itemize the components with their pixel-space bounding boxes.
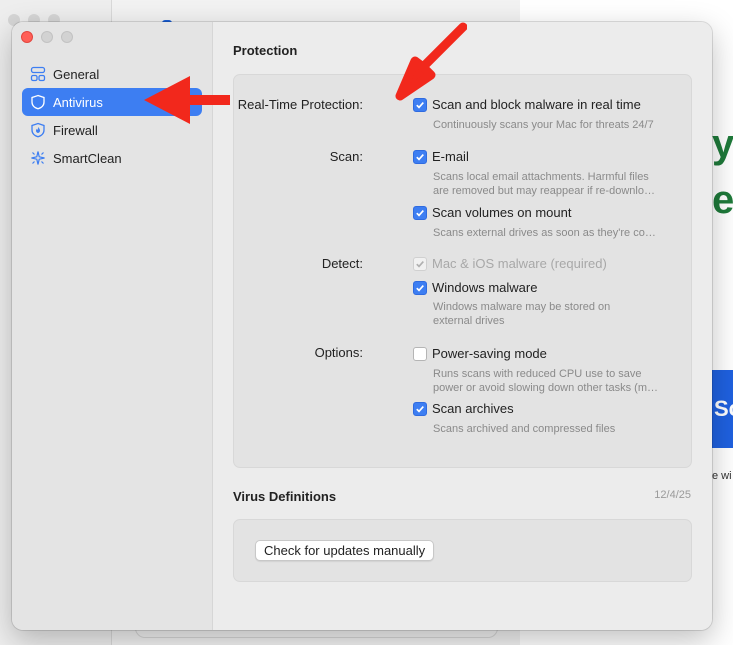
detect-label: Detect: <box>321 256 363 271</box>
sidebar-item-label: Firewall <box>53 122 98 138</box>
virus-definitions-title: Virus Definitions <box>233 489 337 504</box>
power-saving-checkbox[interactable] <box>413 346 427 361</box>
realtime-label: Real-Time Protection: <box>237 97 363 112</box>
archives-checkbox-row[interactable]: Scan archives <box>413 401 514 416</box>
sidebar-item-smartclean[interactable]: SmartClean <box>22 144 202 172</box>
sparkle-icon <box>30 150 46 166</box>
windows-malware-checkbox[interactable] <box>413 280 427 295</box>
definitions-date: 12/4/25 <box>654 489 691 501</box>
minimize-button[interactable] <box>41 31 53 43</box>
email-description-2: are removed but may reappear if re-downl… <box>433 185 655 197</box>
settings-window: General Antivirus Firewall SmartClean Pr… <box>12 22 712 630</box>
annotation-arrow-left-icon <box>144 76 230 124</box>
archives-checkbox[interactable] <box>413 401 427 416</box>
volumes-option-label: Scan volumes on mount <box>432 205 572 220</box>
volumes-checkbox-row[interactable]: Scan volumes on mount <box>413 205 571 220</box>
power-saving-checkbox-row[interactable]: Power-saving mode <box>413 346 547 361</box>
sidebar-item-label: General <box>53 66 100 82</box>
options-label: Options: <box>314 345 363 360</box>
mac-malware-checkbox-row: Mac & iOS malware (required) <box>413 256 607 271</box>
email-checkbox-row[interactable]: E-mail <box>413 149 469 164</box>
background-heading-fragment-2: e <box>712 178 733 222</box>
volumes-description: Scans external drives as soon as they're… <box>433 227 656 239</box>
archives-description: Scans archived and compressed files <box>433 423 616 435</box>
close-button[interactable] <box>21 31 33 43</box>
power-saving-description-2: power or avoid slowing down other tasks … <box>433 382 658 394</box>
windows-malware-description-2: external drives <box>433 315 505 327</box>
protection-title: Protection <box>233 43 298 58</box>
shield-icon <box>30 94 46 110</box>
firewall-icon <box>30 122 46 138</box>
settings-main: Protection Real-Time Protection: Scan an… <box>214 22 712 630</box>
archives-option-label: Scan archives <box>432 401 514 416</box>
sidebar-item-label: SmartClean <box>53 150 122 166</box>
background-heading-fragment: y <box>712 122 733 166</box>
email-description-1: Scans local email attachments. Harmful f… <box>433 171 649 183</box>
power-saving-option-label: Power-saving mode <box>432 346 547 361</box>
windows-malware-checkbox-row[interactable]: Windows malware <box>413 280 537 295</box>
windows-malware-description-1: Windows malware may be stored on <box>433 301 611 313</box>
scan-label: Scan: <box>329 149 363 164</box>
general-icon <box>30 66 46 82</box>
email-option-label: E-mail <box>432 149 469 164</box>
realtime-description: Continuously scans your Mac for threats … <box>433 119 654 131</box>
email-checkbox[interactable] <box>413 149 427 164</box>
check-updates-button[interactable]: Check for updates manually <box>255 540 435 561</box>
sidebar-item-label: Antivirus <box>53 94 103 110</box>
zoom-button[interactable] <box>61 31 73 43</box>
volumes-checkbox[interactable] <box>413 205 427 220</box>
background-scan-button[interactable]: Sca <box>712 370 733 448</box>
annotation-arrow-down-icon <box>395 22 467 101</box>
windows-malware-option-label: Windows malware <box>432 280 538 295</box>
definitions-panel: Check for updates manually <box>233 519 692 582</box>
mac-malware-option-label: Mac & iOS malware (required) <box>432 256 607 271</box>
mac-malware-checkbox <box>413 256 427 271</box>
background-text-fragment: e wi <box>712 470 732 482</box>
power-saving-description-1: Runs scans with reduced CPU use to save <box>433 368 642 380</box>
protection-panel: Real-Time Protection: Scan and block mal… <box>233 74 692 468</box>
